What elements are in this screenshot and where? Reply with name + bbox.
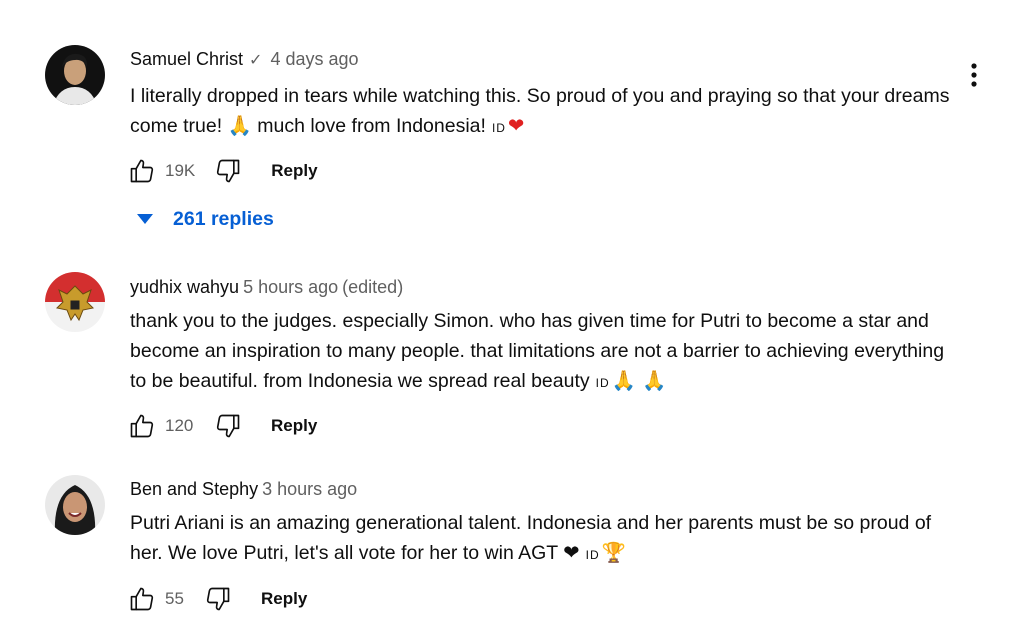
view-replies-button[interactable]: 261 replies — [135, 208, 274, 231]
timestamp[interactable]: 5 hours ago — [243, 277, 338, 297]
avatar[interactable] — [45, 475, 105, 535]
heart-emoji: ❤ — [507, 114, 525, 137]
comment-header: yudhix wahyu 5 hours ago (edited) — [130, 276, 403, 298]
comment-text-content: thank you to the judges. especially Simo… — [130, 310, 945, 392]
timestamp[interactable]: 3 hours ago — [262, 479, 357, 499]
comment-text: Putri Ariani is an amazing generational … — [130, 508, 960, 570]
like-count: 55 — [165, 589, 184, 608]
comment-header: Ben and Stephy 3 hours ago — [130, 478, 357, 500]
caret-down-icon — [135, 208, 155, 231]
flag-id: ID — [491, 121, 506, 135]
comment-text-content: Putri Ariani is an amazing generational … — [130, 512, 932, 564]
flag-id: ID — [595, 376, 610, 390]
thumb-up-icon[interactable] — [125, 409, 159, 443]
praying-hands-emoji: 🙏 🙏 — [611, 369, 667, 392]
comment-actions: 120 Reply — [125, 408, 317, 444]
thumb-up-icon[interactable] — [125, 154, 159, 188]
comment-actions: 19K Reply — [125, 153, 318, 189]
verified-check-icon: ✓ — [249, 52, 263, 69]
author-name[interactable]: Samuel Christ — [130, 49, 243, 69]
author-name[interactable]: yudhix wahyu — [130, 277, 239, 297]
reply-button[interactable]: Reply — [261, 589, 307, 609]
edited-label: (edited) — [342, 277, 404, 297]
thumb-up-icon[interactable] — [125, 582, 159, 616]
comment-text: thank you to the judges. especially Simo… — [130, 306, 960, 398]
like-count: 120 — [165, 416, 194, 435]
reply-button[interactable]: Reply — [271, 161, 317, 181]
author-name[interactable]: Ben and Stephy — [130, 479, 258, 499]
like-count: 19K — [165, 161, 196, 180]
trophy-emoji: 🏆 — [601, 541, 626, 564]
replies-count-label: 261 replies — [173, 208, 274, 230]
thumb-down-icon[interactable] — [211, 154, 245, 188]
flag-id: ID — [585, 548, 600, 562]
reply-button[interactable]: Reply — [271, 416, 317, 436]
comment-actions: 55 Reply — [125, 581, 307, 617]
comment-header: Samuel Christ ✓ 4 days ago — [130, 48, 359, 72]
timestamp[interactable]: 4 days ago — [270, 49, 358, 69]
comment-text-content: I literally dropped in tears while watch… — [130, 85, 950, 137]
avatar[interactable] — [45, 45, 105, 105]
avatar[interactable] — [45, 272, 105, 332]
more-vertical-icon[interactable] — [962, 60, 986, 90]
thumb-down-icon[interactable] — [211, 409, 245, 443]
comment-text: I literally dropped in tears while watch… — [130, 81, 960, 143]
thumb-down-icon[interactable] — [201, 582, 235, 616]
